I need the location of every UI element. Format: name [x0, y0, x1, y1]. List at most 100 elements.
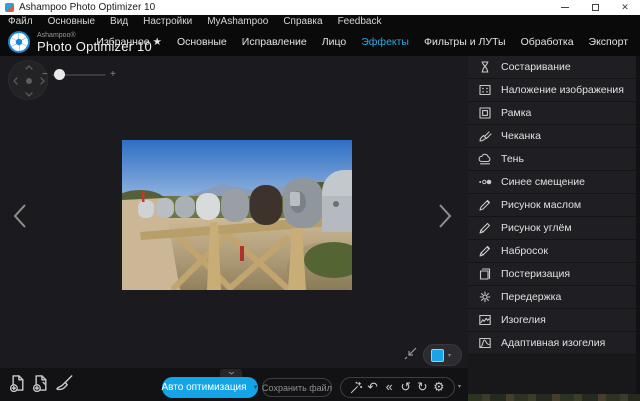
tab-filters-luts[interactable]: Фильтры и ЛУТы [424, 36, 506, 48]
effect-label: Состаривание [501, 61, 571, 73]
effect-label: Рамка [501, 107, 531, 119]
window-title: Ashampoo Photo Optimizer 10 [19, 0, 155, 15]
add-file-button[interactable] [8, 374, 27, 393]
effect-label: Постеризация [501, 268, 570, 280]
effect-item-sketch[interactable]: Набросок [468, 240, 640, 263]
clean-broom-icon [55, 374, 73, 392]
close-button[interactable]: ✕ [610, 0, 640, 15]
oil-paint-icon [478, 198, 492, 212]
zoom-in-button[interactable]: + [110, 69, 116, 80]
clean-button[interactable] [55, 374, 74, 393]
photo-canvas: − + [0, 56, 468, 368]
effect-item-aging[interactable]: Состаривание [468, 56, 640, 79]
maximize-button[interactable] [580, 0, 610, 15]
effect-label: Чеканка [501, 130, 541, 142]
effect-item-image-overlay[interactable]: Наложение изображения [468, 79, 640, 102]
maximize-icon [592, 4, 599, 11]
effect-label: Изогелия [501, 314, 546, 326]
charcoal-icon [478, 221, 492, 235]
zoom-out-button[interactable]: − [42, 69, 48, 80]
menu-item-view[interactable]: Вид [110, 15, 128, 28]
effects-list: Состаривание Наложение изображения Рамка Че… [468, 56, 640, 355]
save-file-button[interactable]: Сохранить файл [262, 378, 332, 397]
tab-favorites[interactable]: Избранное ★ [96, 36, 162, 48]
emboss-icon [478, 129, 492, 143]
shadow-icon [478, 152, 492, 166]
isohelia-icon [478, 313, 492, 327]
emboss-icon [477, 129, 492, 144]
effect-item-blue-shift[interactable]: Синее смещение [468, 171, 640, 194]
effect-item-adaptive-isohelia[interactable]: Адаптивная изогелия [468, 332, 640, 355]
add-files-button[interactable] [31, 374, 50, 393]
frame-icon [478, 106, 492, 120]
effects-panel: Состаривание Наложение изображения Рамка Че… [468, 56, 640, 401]
undo-icon[interactable]: ↶ [365, 379, 380, 397]
effect-item-emboss[interactable]: Чеканка [468, 125, 640, 148]
frame-icon [477, 106, 492, 121]
compare-view-toggle[interactable]: ▾ [423, 344, 462, 366]
overexposure-icon [477, 290, 492, 305]
effect-item-isohelia[interactable]: Изогелия [468, 309, 640, 332]
sketch-icon [477, 244, 492, 259]
magic-wand-icon [350, 381, 363, 394]
menu-item-myashampoo[interactable]: MyAshampoo [207, 15, 268, 28]
add-file-icon [8, 374, 26, 392]
shadow-icon [477, 152, 492, 167]
posterize-icon [478, 267, 492, 281]
undo-all-icon[interactable]: « [382, 379, 397, 397]
magic-wand-icon[interactable] [349, 379, 364, 397]
tab-correction[interactable]: Исправление [242, 36, 307, 48]
fit-to-screen-icon[interactable] [403, 346, 418, 361]
effect-item-shadow[interactable]: Тень [468, 148, 640, 171]
next-photo-button[interactable] [437, 203, 453, 229]
settings-gear-icon[interactable]: ⚙ [431, 379, 446, 397]
charcoal-icon [477, 221, 492, 236]
pan-control[interactable] [8, 60, 48, 100]
image-overlay-icon [478, 83, 492, 97]
adaptive-isohelia-icon [477, 336, 492, 351]
tab-effects[interactable]: Эффекты [361, 36, 409, 48]
photo [122, 140, 352, 290]
rotate-left-icon[interactable]: ↺ [398, 379, 413, 397]
minimize-button[interactable] [550, 0, 580, 15]
isohelia-icon [477, 313, 492, 328]
tab-export[interactable]: Экспорт [589, 36, 628, 48]
tab-face[interactable]: Лицо [322, 36, 347, 48]
previous-photo-button[interactable] [12, 203, 28, 229]
overexposure-icon [478, 290, 492, 304]
compare-view-swatch-icon [431, 349, 444, 362]
effect-label: Адаптивная изогелия [501, 337, 605, 349]
effect-item-overexposure[interactable]: Передержка [468, 286, 640, 309]
effect-label: Набросок [501, 245, 548, 257]
rotate-right-icon[interactable]: ↻ [415, 379, 430, 397]
adaptive-isohelia-icon [478, 336, 492, 350]
effect-item-charcoal-drawing[interactable]: Рисунок углём [468, 217, 640, 240]
collapse-toolbar-handle[interactable] [220, 369, 242, 377]
menu-item-basic[interactable]: Основные [48, 15, 95, 28]
tab-processing[interactable]: Обработка [521, 36, 574, 48]
effect-label: Передержка [501, 291, 561, 303]
effect-label: Тень [501, 153, 524, 165]
effect-item-frame[interactable]: Рамка [468, 102, 640, 125]
minimize-icon [561, 7, 569, 8]
aging-icon [478, 60, 492, 74]
scrollbar[interactable] [636, 56, 640, 394]
tab-basic[interactable]: Основные [177, 36, 227, 48]
zoom-slider-knob[interactable] [54, 69, 65, 80]
effect-item-oil-painting[interactable]: Рисунок маслом [468, 194, 640, 217]
sketch-icon [478, 244, 492, 258]
image-overlay-icon [477, 83, 492, 98]
auto-optimize-caret-icon: ▼ [253, 385, 259, 391]
aging-icon [477, 60, 492, 75]
compare-view-caret-icon: ▾ [448, 352, 451, 359]
app-icon [5, 3, 14, 12]
effect-item-posterization[interactable]: Постеризация [468, 263, 640, 286]
menu-item-feedback[interactable]: Feedback [338, 15, 382, 28]
tools-more-caret[interactable]: ▾ [458, 383, 461, 390]
filmstrip-thumbnail[interactable] [468, 394, 640, 401]
add-files-icon [31, 374, 49, 392]
menu-item-settings[interactable]: Настройки [143, 15, 192, 28]
menu-item-help[interactable]: Справка [283, 15, 322, 28]
auto-optimize-button[interactable]: Авто оптимизация ▼ [162, 377, 258, 398]
menu-item-file[interactable]: Файл [8, 15, 33, 28]
